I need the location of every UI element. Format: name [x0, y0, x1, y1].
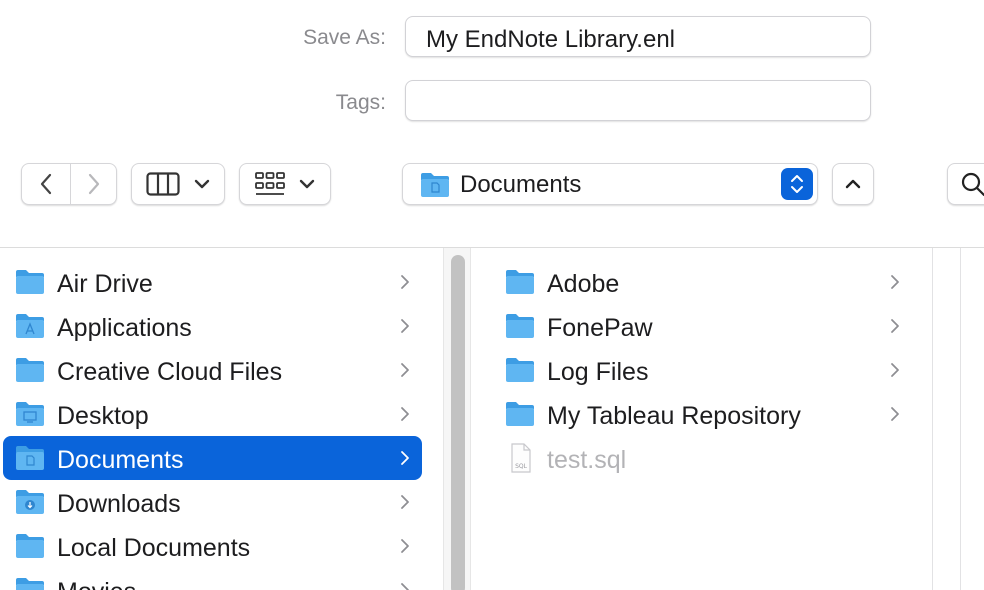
- location-popup[interactable]: Documents: [402, 163, 818, 205]
- list-item[interactable]: Air Drive: [0, 260, 422, 304]
- folder-icon: [506, 270, 534, 294]
- list-item[interactable]: Log Files: [472, 348, 912, 392]
- list-item[interactable]: My Tableau Repository: [472, 392, 912, 436]
- column-scrollbar-thumb[interactable]: [451, 255, 465, 590]
- chevron-right-icon: [401, 495, 409, 509]
- item-label: FonePaw: [547, 314, 653, 342]
- chevron-down-icon: [299, 179, 315, 189]
- item-label: Downloads: [57, 490, 181, 518]
- chevron-up-icon: [845, 179, 861, 189]
- column-view-icon: [146, 172, 180, 196]
- location-stepper: [781, 168, 813, 200]
- back-forward-control: [21, 163, 117, 205]
- search-icon: [961, 172, 984, 197]
- downloads-folder-icon: [16, 490, 44, 514]
- item-label: Applications: [57, 314, 192, 342]
- up-down-arrows-icon: [791, 175, 803, 193]
- file-type-badge: SQL: [515, 463, 528, 470]
- desktop-folder-icon: [16, 402, 44, 426]
- item-label: test.sql: [547, 446, 627, 474]
- folder-icon: [16, 534, 44, 558]
- item-label: Creative Cloud Files: [57, 358, 283, 386]
- column-divider[interactable]: [960, 248, 961, 590]
- documents-folder-icon: [421, 173, 449, 197]
- chevron-right-icon: [401, 275, 409, 289]
- applications-folder-icon: [16, 314, 44, 338]
- folder-icon: [16, 358, 44, 382]
- chevron-right-icon: [88, 173, 100, 195]
- sql-file-icon: SQL: [511, 443, 531, 473]
- folder-icon: [506, 314, 534, 338]
- tags-label: Tags:: [335, 91, 386, 114]
- chevron-right-icon: [401, 407, 409, 421]
- browser-column-locations: Air Drive Applications Creative Cloud Fi…: [0, 248, 442, 590]
- forward-button[interactable]: [71, 164, 117, 204]
- list-item: SQL test.sql: [472, 436, 912, 480]
- movies-folder-icon: [16, 578, 44, 590]
- list-item[interactable]: Movies: [0, 568, 422, 590]
- chevron-right-icon: [891, 363, 899, 377]
- item-label: Log Files: [547, 358, 649, 386]
- save-as-input[interactable]: [405, 16, 871, 57]
- tags-input[interactable]: [405, 80, 871, 121]
- save-dialog-header: Save As: Tags:: [0, 0, 984, 248]
- list-item[interactable]: Desktop: [0, 392, 422, 436]
- list-item[interactable]: Downloads: [0, 480, 422, 524]
- grid-view-icon: [255, 172, 285, 195]
- list-item[interactable]: Documents: [3, 436, 422, 480]
- item-label: My Tableau Repository: [547, 402, 801, 430]
- chevron-right-icon: [401, 363, 409, 377]
- chevron-down-icon: [194, 179, 210, 189]
- chevron-left-icon: [40, 173, 52, 195]
- group-button[interactable]: [239, 163, 331, 205]
- column-divider[interactable]: [932, 248, 933, 590]
- chevron-right-icon: [401, 319, 409, 333]
- chevron-right-icon: [401, 451, 409, 465]
- chevron-right-icon: [891, 319, 899, 333]
- browser-column-documents: Adobe FonePaw Log Files My Tableau Repos…: [472, 248, 932, 590]
- location-label: Documents: [460, 171, 582, 198]
- list-item[interactable]: Local Documents: [0, 524, 422, 568]
- chevron-right-icon: [891, 275, 899, 289]
- save-as-label: Save As:: [303, 26, 386, 49]
- list-item[interactable]: Creative Cloud Files: [0, 348, 422, 392]
- search-field[interactable]: [947, 163, 984, 205]
- folder-icon: [506, 358, 534, 382]
- chevron-right-icon: [401, 583, 409, 590]
- chevron-right-icon: [891, 407, 899, 421]
- enclosing-folder-button[interactable]: [832, 163, 874, 205]
- folder-icon: [506, 402, 534, 426]
- list-item[interactable]: Applications: [0, 304, 422, 348]
- view-mode-button[interactable]: [131, 163, 225, 205]
- item-label: Air Drive: [57, 270, 153, 298]
- list-item[interactable]: Adobe: [472, 260, 912, 304]
- back-button[interactable]: [22, 164, 70, 204]
- list-item[interactable]: FonePaw: [472, 304, 912, 348]
- chevron-right-icon: [401, 539, 409, 553]
- folder-icon: [16, 270, 44, 294]
- item-label: Local Documents: [57, 534, 251, 562]
- item-label: Adobe: [547, 270, 620, 298]
- item-label: Documents: [57, 446, 184, 474]
- item-label: Desktop: [57, 402, 149, 430]
- item-label: Movies: [57, 578, 136, 590]
- documents-folder-icon: [16, 446, 44, 470]
